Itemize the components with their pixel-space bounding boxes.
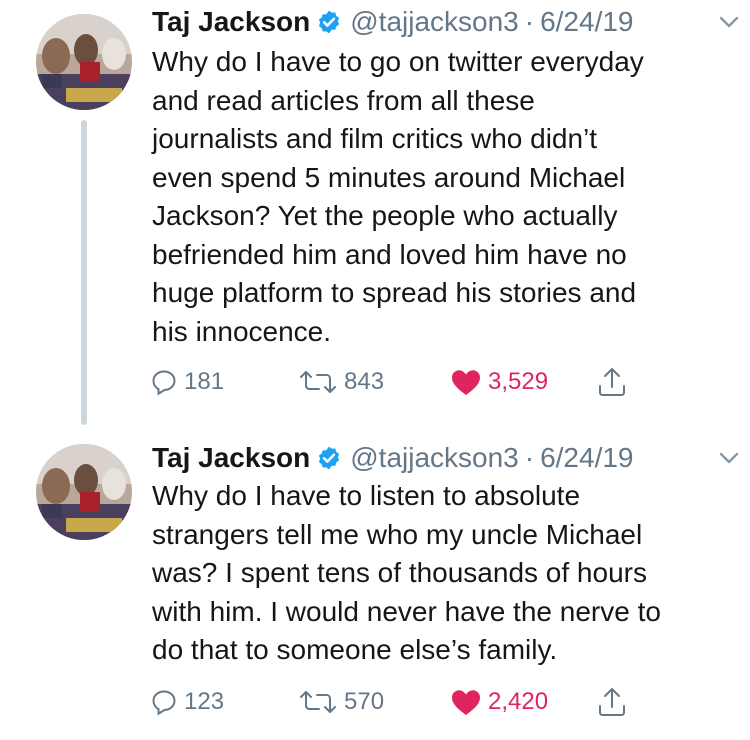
reply-icon bbox=[152, 370, 176, 396]
tweet-text: Why do I have to listen to absolute stra… bbox=[152, 480, 661, 665]
share-button[interactable] bbox=[596, 362, 634, 402]
tweet-header: Taj Jackson @tajjackson3 · 6/24/19 bbox=[152, 438, 730, 478]
tweet-text: Why do I have to go on twitter everyday … bbox=[152, 46, 644, 347]
reply-count: 181 bbox=[184, 368, 225, 395]
share-button[interactable] bbox=[596, 682, 634, 722]
heart-icon bbox=[452, 690, 480, 715]
like-count: 2,420 bbox=[488, 688, 549, 715]
tweet-actions: 181 843 3,529 bbox=[150, 362, 650, 402]
reply-button[interactable]: 181 bbox=[150, 362, 224, 402]
share-icon bbox=[599, 688, 625, 716]
like-count: 3,529 bbox=[488, 368, 549, 395]
tweet-1[interactable]: Taj Jackson @tajjackson3 · 6/24/19 Why d… bbox=[0, 0, 750, 425]
heart-icon bbox=[452, 370, 480, 395]
share-icon bbox=[599, 368, 625, 396]
avatar[interactable] bbox=[36, 444, 132, 540]
reply-button[interactable]: 123 bbox=[150, 682, 224, 722]
retweet-button[interactable]: 570 bbox=[298, 682, 384, 722]
separator-dot: · bbox=[524, 6, 535, 37]
retweet-count: 843 bbox=[344, 368, 385, 395]
tweet-2[interactable]: Taj Jackson @tajjackson3 · 6/24/19 Why d… bbox=[0, 420, 750, 740]
retweet-icon bbox=[300, 371, 336, 393]
tweet-header: Taj Jackson @tajjackson3 · 6/24/19 bbox=[152, 2, 730, 42]
reply-icon bbox=[152, 690, 176, 716]
tweet-actions: 123 570 2,420 bbox=[150, 682, 650, 722]
display-name[interactable]: Taj Jackson bbox=[152, 2, 310, 42]
chevron-down-icon[interactable] bbox=[716, 446, 742, 470]
like-button[interactable]: 3,529 bbox=[450, 362, 548, 402]
reply-count: 123 bbox=[184, 688, 225, 715]
avatar[interactable] bbox=[36, 14, 132, 110]
tweet-date[interactable]: 6/24/19 bbox=[540, 438, 633, 478]
verified-badge-icon bbox=[319, 10, 340, 34]
tweet-date[interactable]: 6/24/19 bbox=[540, 2, 633, 42]
thread-line bbox=[81, 120, 87, 425]
user-handle[interactable]: @tajjackson3 bbox=[350, 2, 519, 42]
retweet-count: 570 bbox=[344, 688, 385, 715]
user-handle[interactable]: @tajjackson3 bbox=[350, 438, 519, 478]
retweet-button[interactable]: 843 bbox=[298, 362, 384, 402]
separator-dot: · bbox=[524, 442, 535, 473]
verified-badge-icon bbox=[319, 446, 340, 470]
chevron-down-icon[interactable] bbox=[716, 10, 742, 34]
retweet-icon bbox=[300, 691, 336, 713]
display-name[interactable]: Taj Jackson bbox=[152, 438, 310, 478]
like-button[interactable]: 2,420 bbox=[450, 682, 548, 722]
